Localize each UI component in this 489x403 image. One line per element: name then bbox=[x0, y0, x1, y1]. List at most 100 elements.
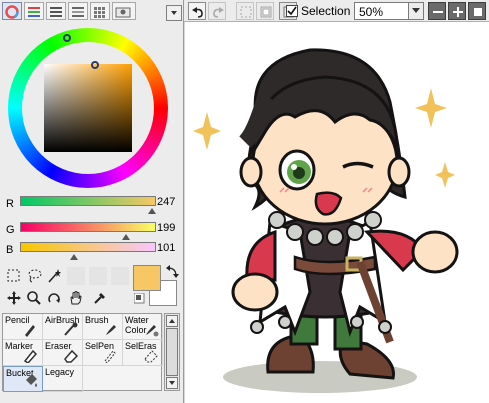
watercolor-icon bbox=[146, 325, 159, 337]
magic-wand-icon bbox=[48, 269, 61, 283]
redo-button[interactable] bbox=[208, 2, 226, 20]
hsv-slider-mode-button[interactable] bbox=[46, 2, 66, 20]
palette-mode-button[interactable] bbox=[90, 2, 110, 20]
rgb-slider-mode-button[interactable] bbox=[24, 2, 44, 20]
g-slider-track[interactable] bbox=[20, 222, 156, 232]
scroll-thumb[interactable] bbox=[166, 328, 178, 376]
deselect-button[interactable] bbox=[236, 2, 254, 20]
color-mode-bar bbox=[2, 2, 182, 21]
zoom-reset-button[interactable] bbox=[468, 2, 486, 20]
redo-icon bbox=[213, 7, 224, 18]
move-tool[interactable] bbox=[5, 289, 23, 307]
magnifier-icon bbox=[27, 291, 41, 305]
reset-square-icon bbox=[474, 8, 482, 16]
b-slider-track[interactable] bbox=[20, 242, 156, 252]
rotate-icon bbox=[48, 293, 60, 303]
rect-select-icon bbox=[7, 269, 20, 282]
chevron-down-icon bbox=[412, 8, 420, 13]
chevron-down-icon bbox=[169, 381, 175, 385]
primary-color-swatch[interactable] bbox=[133, 265, 161, 291]
zoom-out-button[interactable] bbox=[428, 2, 446, 20]
hand-tool[interactable] bbox=[67, 289, 85, 307]
transparent-icon bbox=[134, 293, 145, 304]
selpen-icon bbox=[104, 350, 116, 363]
rect-select-tool[interactable] bbox=[5, 267, 23, 285]
r-slider-thumb[interactable] bbox=[147, 208, 156, 214]
r-slider-row: R 247 bbox=[4, 195, 182, 221]
tool-airbrush[interactable]: AirBrush bbox=[43, 314, 83, 340]
b-label: B bbox=[6, 244, 14, 256]
color-wheel-mode-button[interactable] bbox=[2, 2, 22, 20]
invert-selection-icon bbox=[260, 6, 272, 18]
hue-marker[interactable] bbox=[63, 34, 71, 42]
b-slider-thumb[interactable] bbox=[69, 254, 78, 260]
drawing-canvas[interactable] bbox=[185, 22, 489, 403]
g-label: G bbox=[6, 224, 15, 236]
color-tool-panel: R 247 G 199 B 101 Pencil AirBrush Brush … bbox=[0, 0, 184, 403]
empty-tool-slot bbox=[111, 267, 129, 285]
empty-tool-slot bbox=[67, 267, 85, 285]
tool-pencil[interactable]: Pencil bbox=[3, 314, 43, 340]
zoom-in-button[interactable] bbox=[448, 2, 466, 20]
lasso-tool[interactable] bbox=[25, 267, 43, 285]
hand-icon bbox=[70, 291, 82, 305]
color-wheel-icon bbox=[5, 5, 19, 19]
marker-icon bbox=[23, 349, 38, 363]
g-slider-thumb[interactable] bbox=[122, 234, 131, 240]
tool-palette: Pencil AirBrush Brush Water Color Marker Eras… bbox=[2, 313, 163, 392]
zoom-dropdown-arrow[interactable] bbox=[408, 3, 423, 19]
sv-marker[interactable] bbox=[91, 61, 99, 69]
invert-selection-button[interactable] bbox=[256, 2, 274, 20]
r-value: 247 bbox=[157, 196, 176, 208]
undo-icon bbox=[192, 7, 203, 18]
color-wheel[interactable] bbox=[8, 28, 168, 188]
eraser-icon bbox=[64, 349, 79, 363]
scroll-down-button[interactable] bbox=[166, 377, 178, 389]
zoom-tool[interactable] bbox=[25, 289, 43, 307]
tool-water-color[interactable]: Water Color bbox=[123, 314, 163, 340]
zoom-select[interactable]: 50% bbox=[354, 2, 424, 20]
swap-colors-button[interactable] bbox=[164, 263, 182, 281]
airbrush-icon bbox=[64, 322, 78, 336]
scratchpad-mode-button[interactable] bbox=[112, 2, 136, 20]
tool-bucket[interactable]: Bucket bbox=[3, 366, 43, 392]
chevron-up-icon bbox=[169, 319, 175, 323]
zoom-value: 50% bbox=[359, 5, 384, 19]
transparent-color-button[interactable] bbox=[133, 292, 145, 304]
bucket-icon bbox=[26, 374, 37, 387]
move-icon bbox=[7, 291, 21, 305]
tool-brush[interactable]: Brush bbox=[83, 314, 123, 340]
r-slider-track[interactable] bbox=[20, 196, 156, 206]
minus-icon bbox=[433, 11, 443, 13]
chevron-down-icon bbox=[171, 11, 177, 15]
tool-palette-scrollbar[interactable] bbox=[164, 313, 180, 391]
b-slider-row: B 101 bbox=[4, 241, 182, 267]
scratchpad-icon bbox=[115, 7, 131, 18]
seleras-icon bbox=[144, 350, 158, 363]
selection-checkbox[interactable] bbox=[286, 5, 298, 17]
tool-label: Legacy bbox=[45, 367, 75, 377]
pencil-icon bbox=[25, 325, 35, 337]
undo-button[interactable] bbox=[188, 2, 206, 20]
scroll-up-button[interactable] bbox=[166, 315, 178, 327]
r-label: R bbox=[6, 198, 14, 210]
eyedropper-icon bbox=[94, 293, 105, 304]
grid-palette-icon bbox=[94, 7, 105, 18]
g-value: 199 bbox=[157, 222, 176, 234]
tool-seleras[interactable]: SelEras bbox=[123, 340, 163, 366]
lasso-icon bbox=[28, 269, 42, 283]
empty-tool-slot bbox=[89, 267, 107, 285]
tool-marker[interactable]: Marker bbox=[3, 340, 43, 366]
eyedropper-tool[interactable] bbox=[91, 289, 109, 307]
checkmark-icon bbox=[287, 6, 297, 16]
tool-selpen[interactable]: SelPen bbox=[83, 340, 123, 366]
tool-eraser[interactable]: Eraser bbox=[43, 340, 83, 366]
magic-wand-tool[interactable] bbox=[45, 267, 63, 285]
saturation-value-square[interactable] bbox=[44, 64, 132, 152]
swatches-mode-button[interactable] bbox=[68, 2, 88, 20]
selection-label: Selection bbox=[301, 4, 351, 18]
panel-menu-dropdown[interactable] bbox=[166, 5, 182, 21]
swap-arrow-icon bbox=[166, 265, 179, 278]
tool-legacy[interactable]: Legacy bbox=[43, 366, 83, 392]
rotate-tool[interactable] bbox=[45, 289, 63, 307]
